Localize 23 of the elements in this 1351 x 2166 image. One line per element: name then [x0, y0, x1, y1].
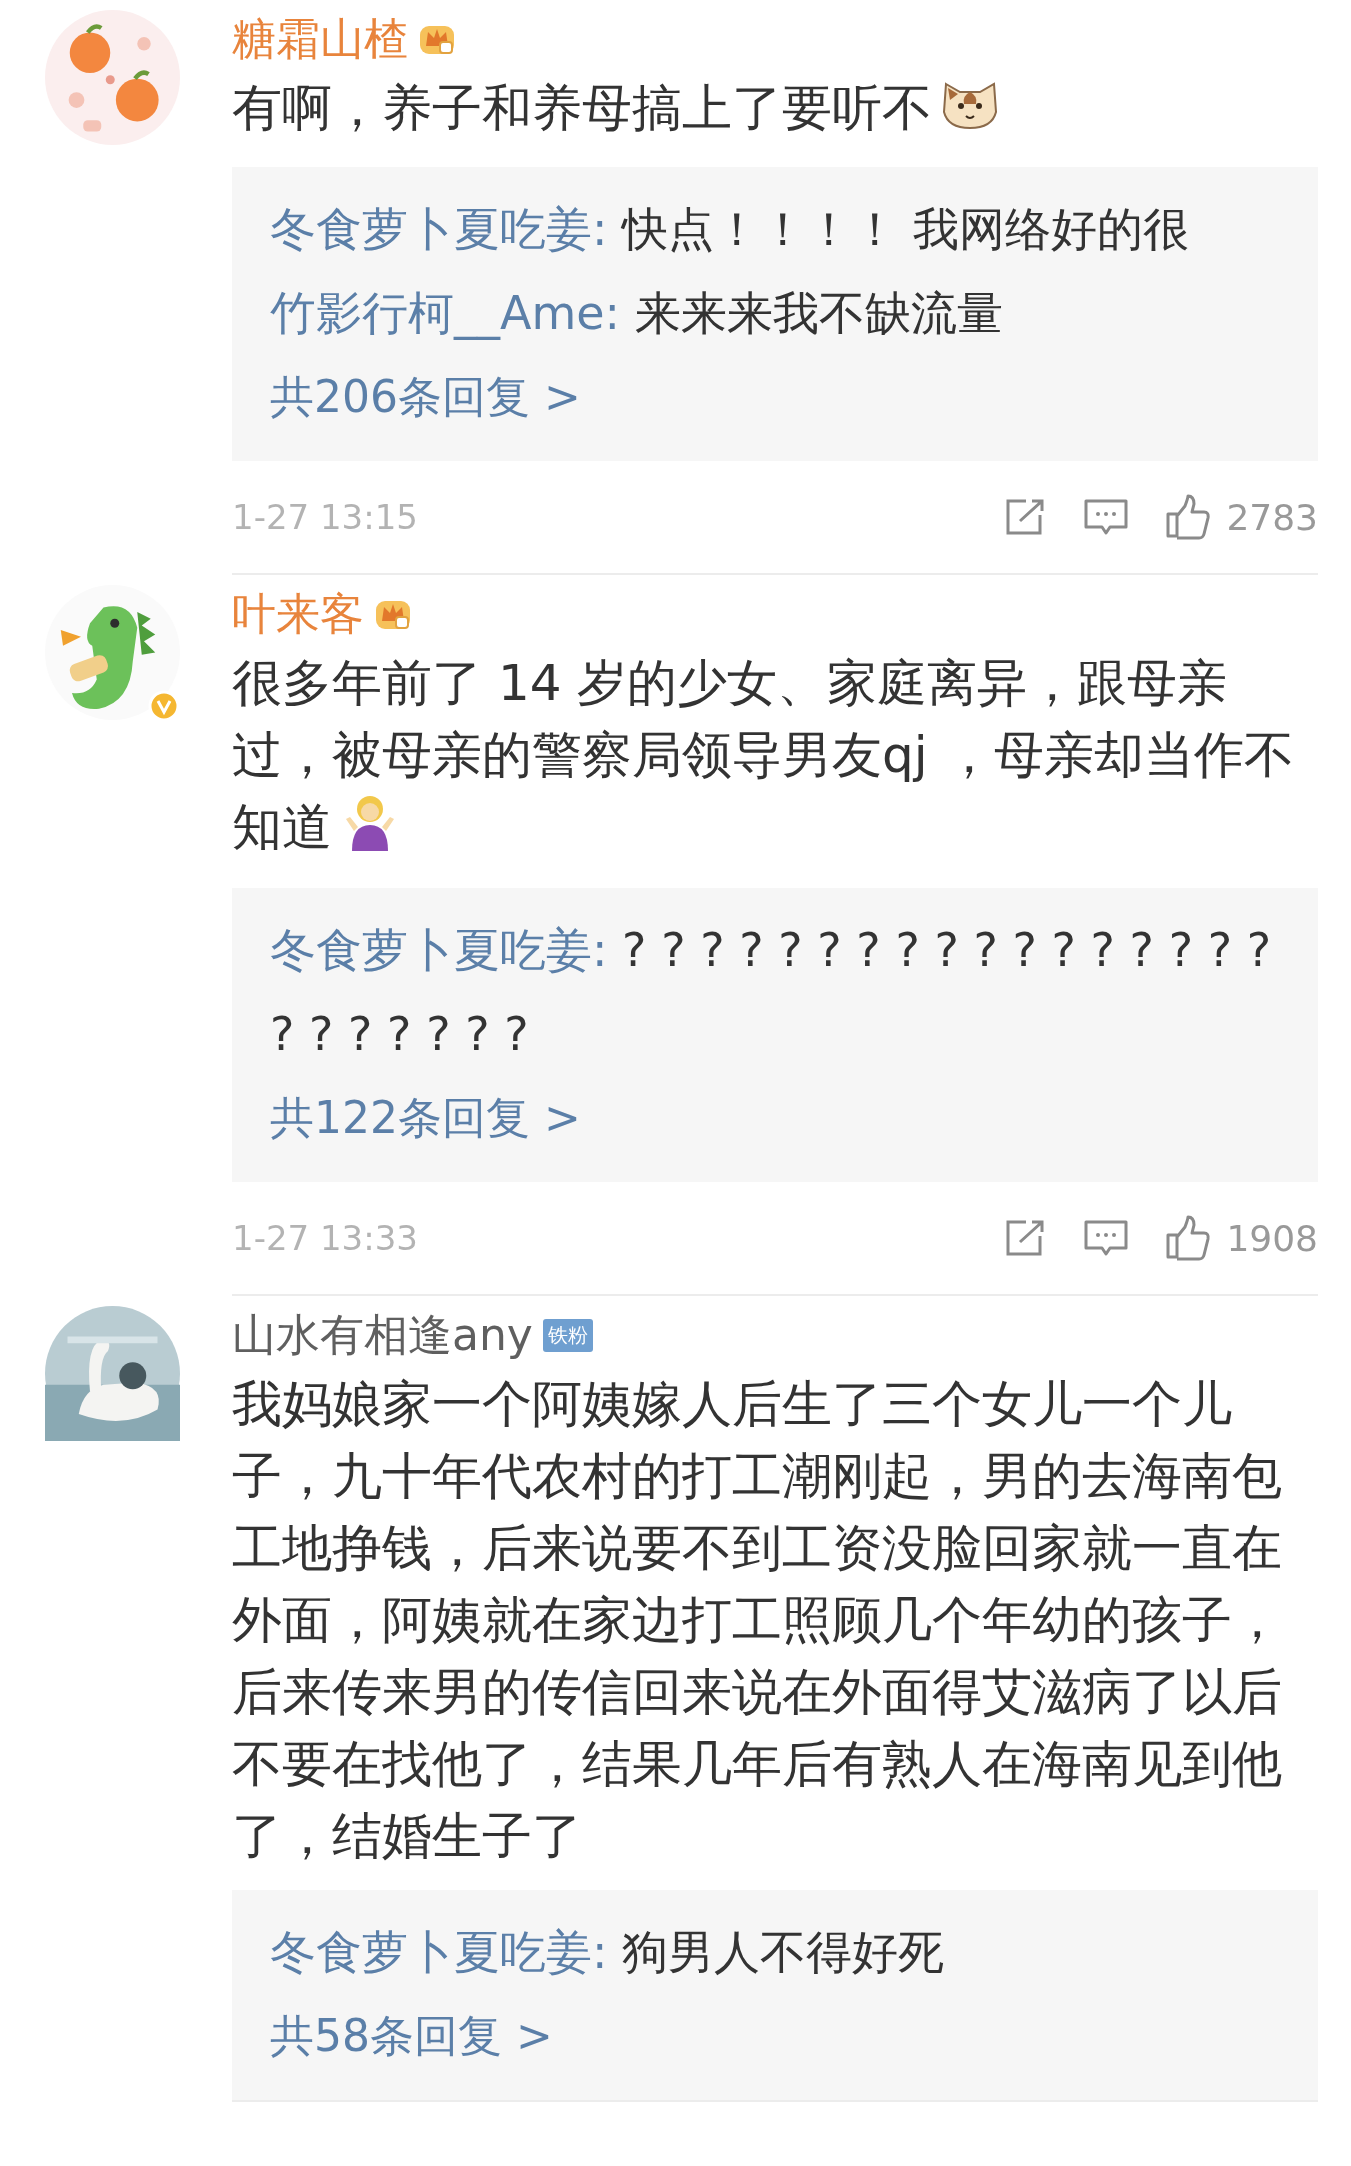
comment-text: 有啊，养子和养母搞上了要听不 — [232, 79, 932, 137]
like-count: 1908 — [1226, 1217, 1318, 1259]
comment-text: 我妈娘家一个阿姨嫁人后生了三个女儿一个儿子，九十年代农村的打工潮刚起，男的去海南包工地挣钱，后来说要不到工资没脸回家就一直在外面，阿姨就在家边打工照顾几个年幼的孩子，后来传来男的传信回来说在外面得艾滋病了以后不要在找他了，结果几年后有熟人在海南见到他了，结婚生子了 — [232, 1375, 1282, 1865]
avatar[interactable] — [45, 1306, 180, 1441]
comment-icon[interactable] — [1082, 497, 1131, 537]
reply-text: 冬食萝卜夏吃姜: ? ? ? ? ? ? ? ? ? ? ? ? ? ? ? ? ? ? ? ? ? ? ? ? — [270, 922, 1273, 1063]
reply-text: 冬食萝卜夏吃姜: 快点！！！！ 我网络好的很 — [270, 201, 1190, 258]
like-icon[interactable] — [1164, 494, 1213, 540]
reply-text: 冬食萝卜夏吃姜: 狗男人不得好死 — [270, 1924, 946, 1981]
reply-text: 竹影行柯__Ame: 来来来我不缺流量 — [270, 285, 1004, 342]
comment-icon[interactable] — [1082, 1218, 1131, 1258]
user-name[interactable]: 糖霜山楂 — [232, 9, 408, 69]
fan-badge: 铁粉 — [542, 1318, 593, 1352]
more-replies-link[interactable]: 共206条回复 > — [270, 355, 581, 439]
user-name[interactable]: 山水有相逢any — [232, 1305, 533, 1365]
timestamp: 1-27 13:33 — [232, 1218, 419, 1258]
like-icon[interactable] — [1164, 1215, 1213, 1261]
user-name[interactable]: 叶来客 — [232, 584, 364, 644]
more-replies-link[interactable]: 共122条回复 > — [270, 1076, 581, 1160]
comment-text: 很多年前了 14 岁的少女、家庭离异，跟母亲过，被母亲的警察局领导男友qj ，母亲却当作不知道 — [232, 654, 1294, 856]
like-count: 2783 — [1226, 496, 1318, 538]
timestamp: 1-27 13:15 — [232, 497, 419, 537]
more-replies-link[interactable]: 共58条回复 > — [270, 1994, 553, 2078]
